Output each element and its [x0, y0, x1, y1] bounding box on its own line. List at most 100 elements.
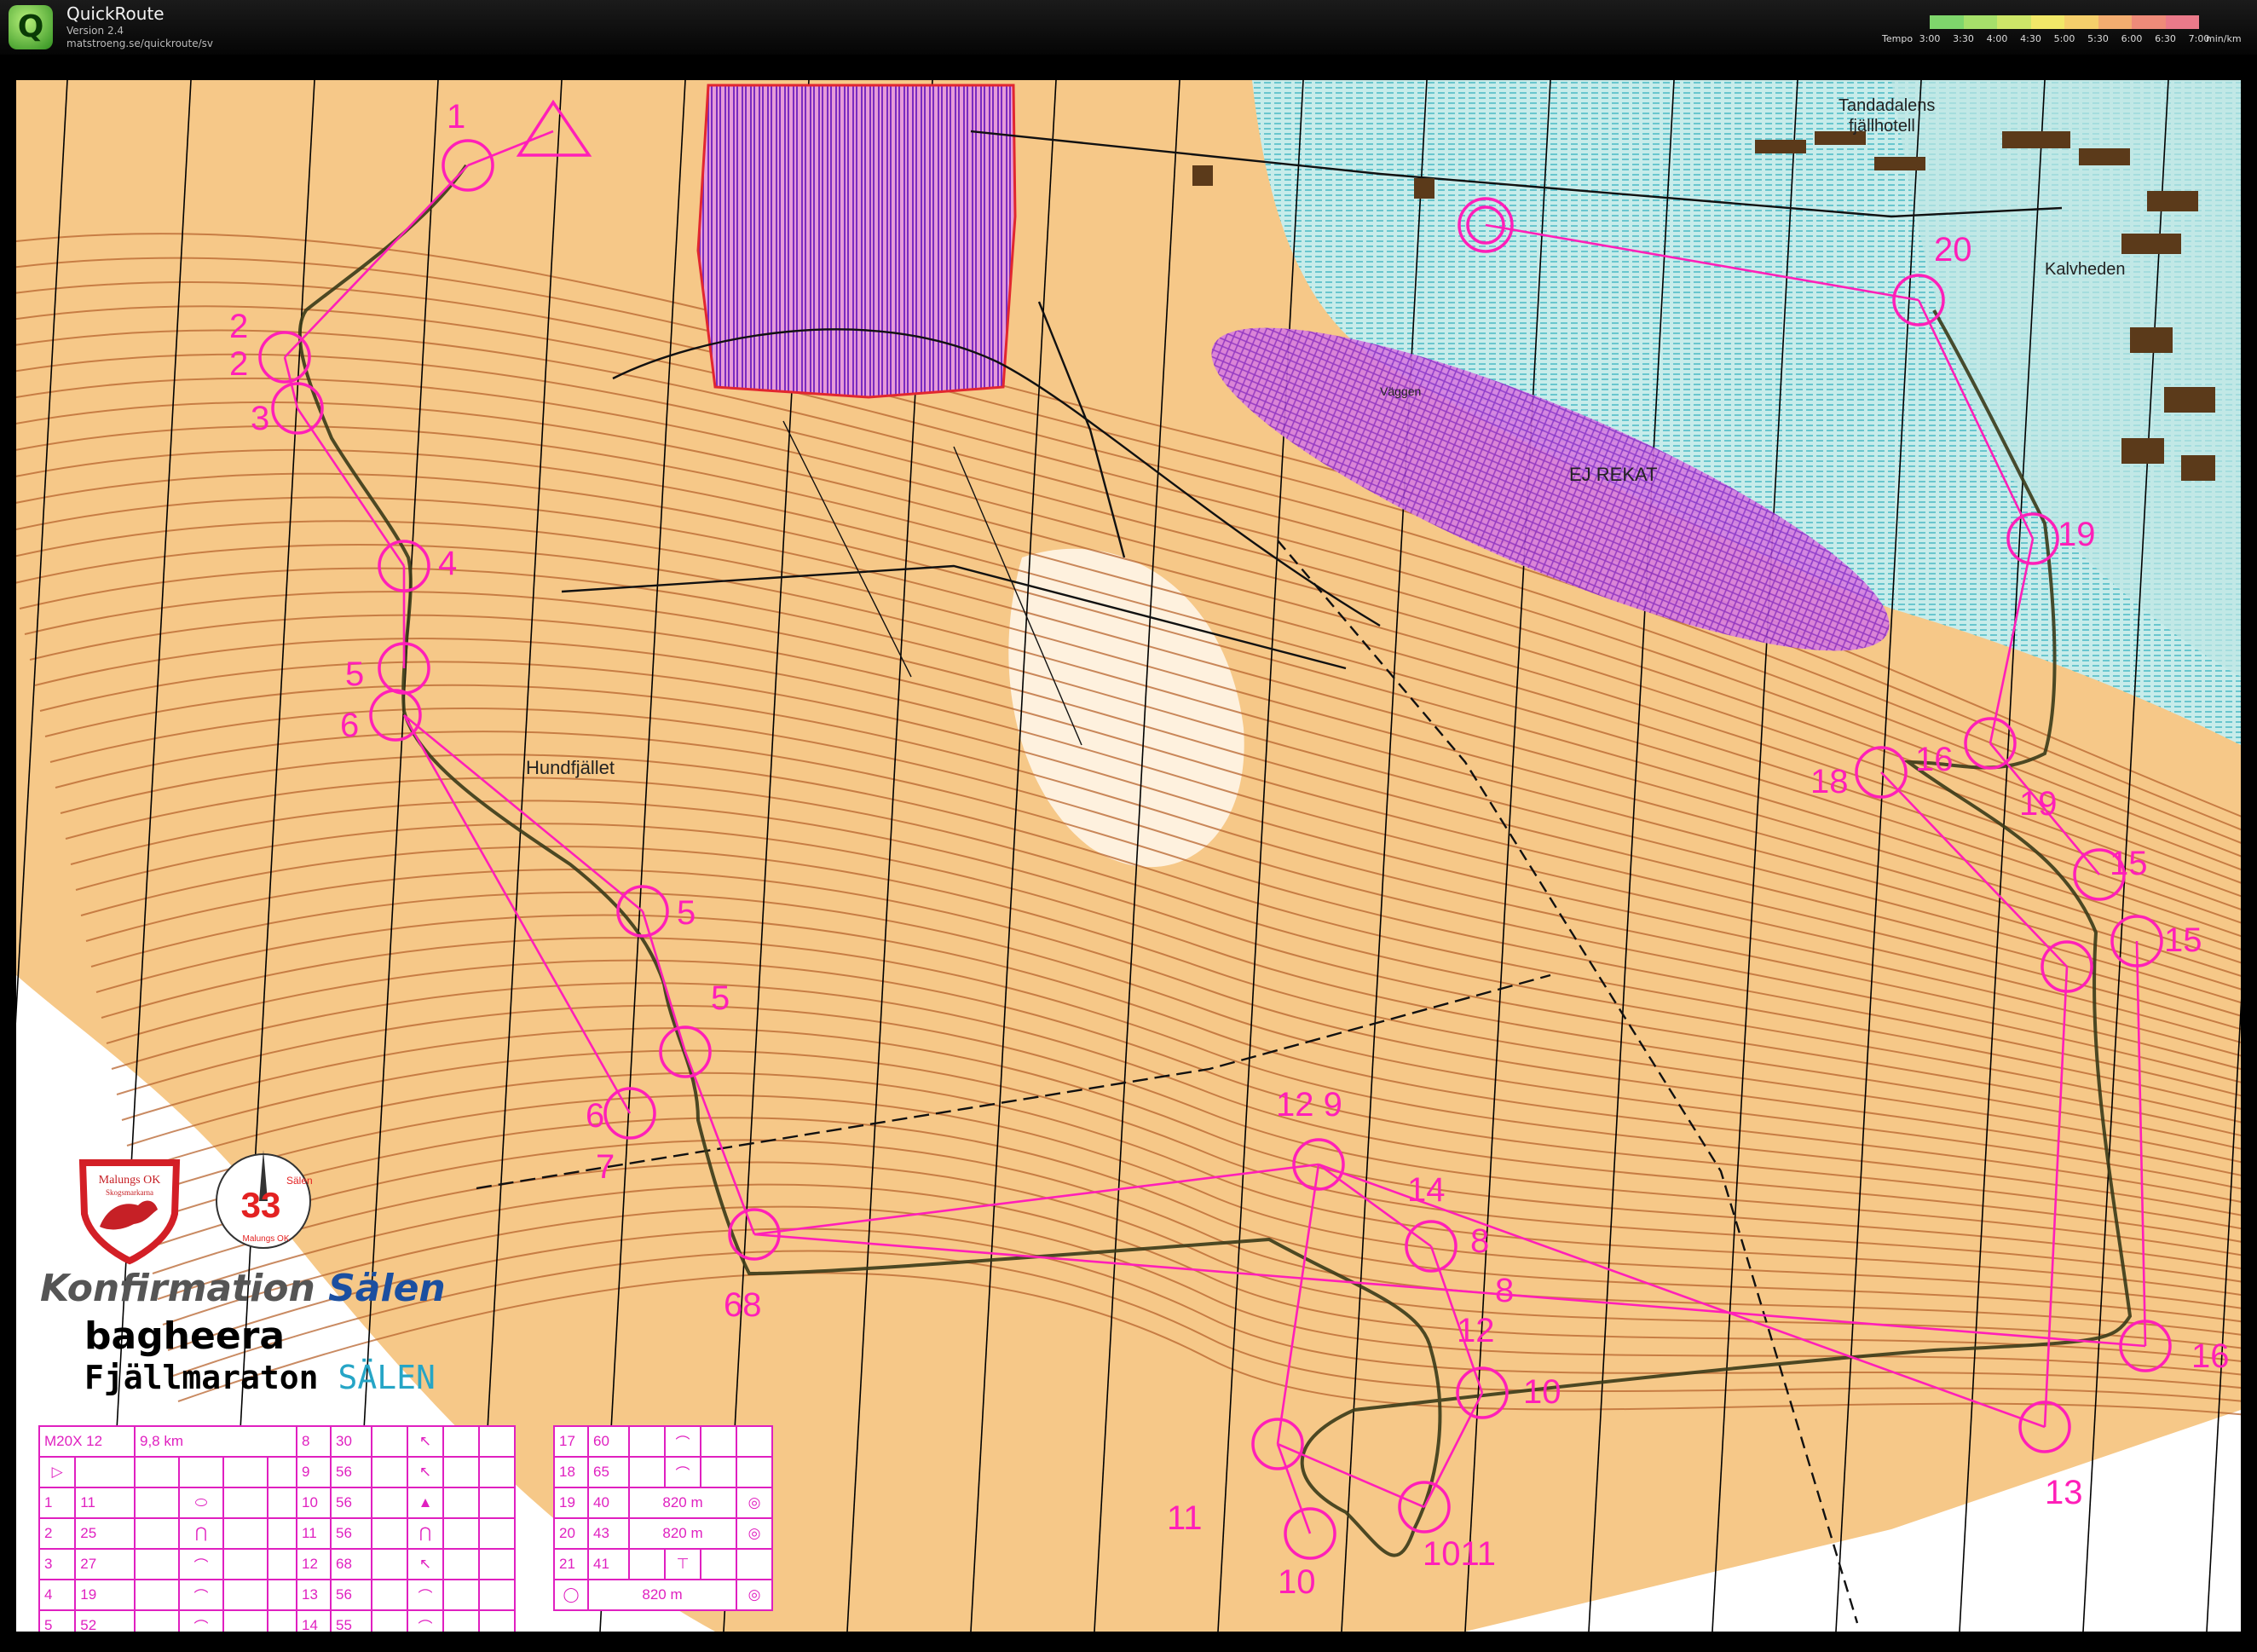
cd-number: 11 [296, 1517, 332, 1550]
control-label-12-9: 12 9 [1276, 1086, 1342, 1123]
cd-number: 13 [296, 1579, 332, 1611]
race-logo-number: 33 [241, 1185, 281, 1225]
cd-feature-icon: ⋂ [178, 1517, 224, 1550]
tempo-tick: 5:30 [2087, 33, 2109, 44]
cd-empty [478, 1517, 516, 1550]
cd-empty [134, 1609, 180, 1632]
cd-empty [371, 1456, 408, 1488]
control-label-8b: 8 [1495, 1272, 1514, 1309]
cd-code: 56 [330, 1579, 372, 1611]
cd-code: 56 [330, 1517, 372, 1550]
cd-feature-icon: ⌒ [664, 1456, 701, 1488]
title-bar: Q QuickRoute Version 2.4 matstroeng.se/q… [0, 0, 2257, 55]
cd-empty [478, 1425, 516, 1458]
cd-number: 4 [38, 1579, 77, 1611]
control-label-12: 12 [1457, 1312, 1495, 1349]
cd-code: 40 [587, 1487, 630, 1519]
cd-empty [736, 1425, 773, 1458]
cd-empty [371, 1487, 408, 1519]
control-label-18: 18 [1810, 763, 1849, 800]
cd-distance: 820 m [628, 1517, 737, 1550]
tempo-swatch [2132, 15, 2166, 29]
control-label-10-11: 1011 [1423, 1535, 1496, 1573]
tempo-tick: 6:00 [2121, 33, 2143, 44]
cd-rows-col2: 830↖956↖1056▲1156⋂1268↖1356⌒1455⌒1563⌒16… [296, 1425, 516, 1632]
cd-row: 8 30 ↖ [296, 1425, 516, 1458]
cd-row: 1 11 ⬭ [38, 1487, 313, 1519]
control-label-7: 7 [596, 1148, 615, 1186]
cd-empty [736, 1548, 773, 1580]
brand-fjall-text: Fjällmaraton [84, 1359, 319, 1396]
cd-code: 25 [74, 1517, 136, 1550]
app-version: Version 2.4 [66, 25, 124, 37]
cd-empty [442, 1579, 480, 1611]
cd-code: 43 [587, 1517, 630, 1550]
cd-distance: 820 m [628, 1487, 737, 1519]
cd-feature-icon: ⌒ [664, 1425, 701, 1458]
placename-tandadalen-1: Tandadalens [1839, 96, 1935, 115]
control-description-table-1: M20X 12 9,8 km ▷ 111⬭225⋂327⌒419⌒552⌒619… [38, 1425, 313, 1632]
cd-feature-icon: ⌒ [178, 1579, 224, 1611]
placename-tandadalen-2: fjällhotell [1849, 117, 1915, 136]
cd-class: M20X 12 [38, 1425, 136, 1458]
cd-empty [371, 1579, 408, 1611]
cd-empty [442, 1456, 480, 1488]
control-label-20-21: 20 [1934, 231, 1972, 269]
cd-feature-icon: ⌒ [178, 1609, 224, 1632]
app-title: QuickRoute [66, 3, 165, 24]
cd-row: 21 41 ⊤ [553, 1548, 773, 1580]
cd-feature-icon: ⬭ [178, 1487, 224, 1519]
cd-number: 17 [553, 1425, 589, 1458]
cd-empty [222, 1548, 268, 1580]
cd-empty [134, 1487, 180, 1519]
cd-number: 18 [553, 1456, 589, 1488]
club-logo-text: Malungs OK [99, 1174, 161, 1187]
cd-row: 4 19 ⌒ [38, 1579, 313, 1611]
tempo-swatch [1930, 15, 1964, 29]
control-label-8a: 8 [1470, 1222, 1489, 1260]
tempo-tick: 6:30 [2155, 33, 2176, 44]
cd-code: 68 [330, 1548, 372, 1580]
cd-empty [736, 1456, 773, 1488]
cd-code: 65 [587, 1456, 630, 1488]
cd-ring-icon: ◎ [736, 1487, 773, 1519]
control-label-68: 68 [724, 1286, 762, 1324]
race-logo-place: Sälen [286, 1175, 313, 1187]
tempo-tick: 3:30 [1953, 33, 1974, 44]
cd-code: 60 [587, 1425, 630, 1458]
placename-kalvheden: Kalvheden [2045, 260, 2126, 279]
control-label-15a: 15 [2110, 845, 2148, 882]
race-logo-club: Malungs OK [242, 1234, 289, 1244]
app-url: matstroeng.se/quickroute/sv [66, 38, 214, 49]
placename-hundfjallet: Hundfjället [526, 757, 615, 778]
cd-feature-icon: ⌒ [178, 1548, 224, 1580]
tempo-tick: 5:00 [2053, 33, 2075, 44]
cd-row: 19 40 820 m ◎ [553, 1487, 773, 1519]
control-label-5c: 5 [711, 979, 730, 1017]
tempo-swatch [2064, 15, 2098, 29]
cd-feature-icon: ↖ [407, 1548, 444, 1580]
cd-code: 56 [330, 1487, 372, 1519]
control-label-19-20: 19 [2058, 516, 2096, 553]
map-viewport[interactable]: Tandadalens fjällhotell Kalvheden Väggen… [12, 76, 2245, 1636]
cd-feature-icon: ⌒ [407, 1609, 444, 1632]
cd-row: 3 27 ⌒ [38, 1548, 313, 1580]
cd-empty [222, 1609, 268, 1632]
tempo-swatch [2098, 15, 2132, 29]
cd-row: 5 52 ⌒ [38, 1609, 313, 1632]
control-label-3: 3 [251, 400, 269, 437]
control-label-14: 14 [1407, 1171, 1446, 1209]
control-label-1: 1 [447, 98, 465, 136]
control-label-15b: 15 [2164, 921, 2202, 959]
cd-number: 12 [296, 1548, 332, 1580]
cd-empty [222, 1487, 268, 1519]
cd-row: 13 56 ⌒ [296, 1579, 516, 1611]
tempo-swatch [1963, 15, 1997, 29]
orienteering-map[interactable]: Tandadalens fjällhotell Kalvheden Väggen… [16, 80, 2241, 1632]
malungs-ok-logo: Malungs OK Skogsmarkarna [78, 1159, 181, 1265]
cd-empty [478, 1609, 516, 1632]
cd-row: 18 65 ⌒ [553, 1456, 773, 1488]
cd-empty [222, 1517, 268, 1550]
tempo-swatch [1997, 15, 2031, 29]
control-label-10: 10 [1278, 1563, 1316, 1601]
